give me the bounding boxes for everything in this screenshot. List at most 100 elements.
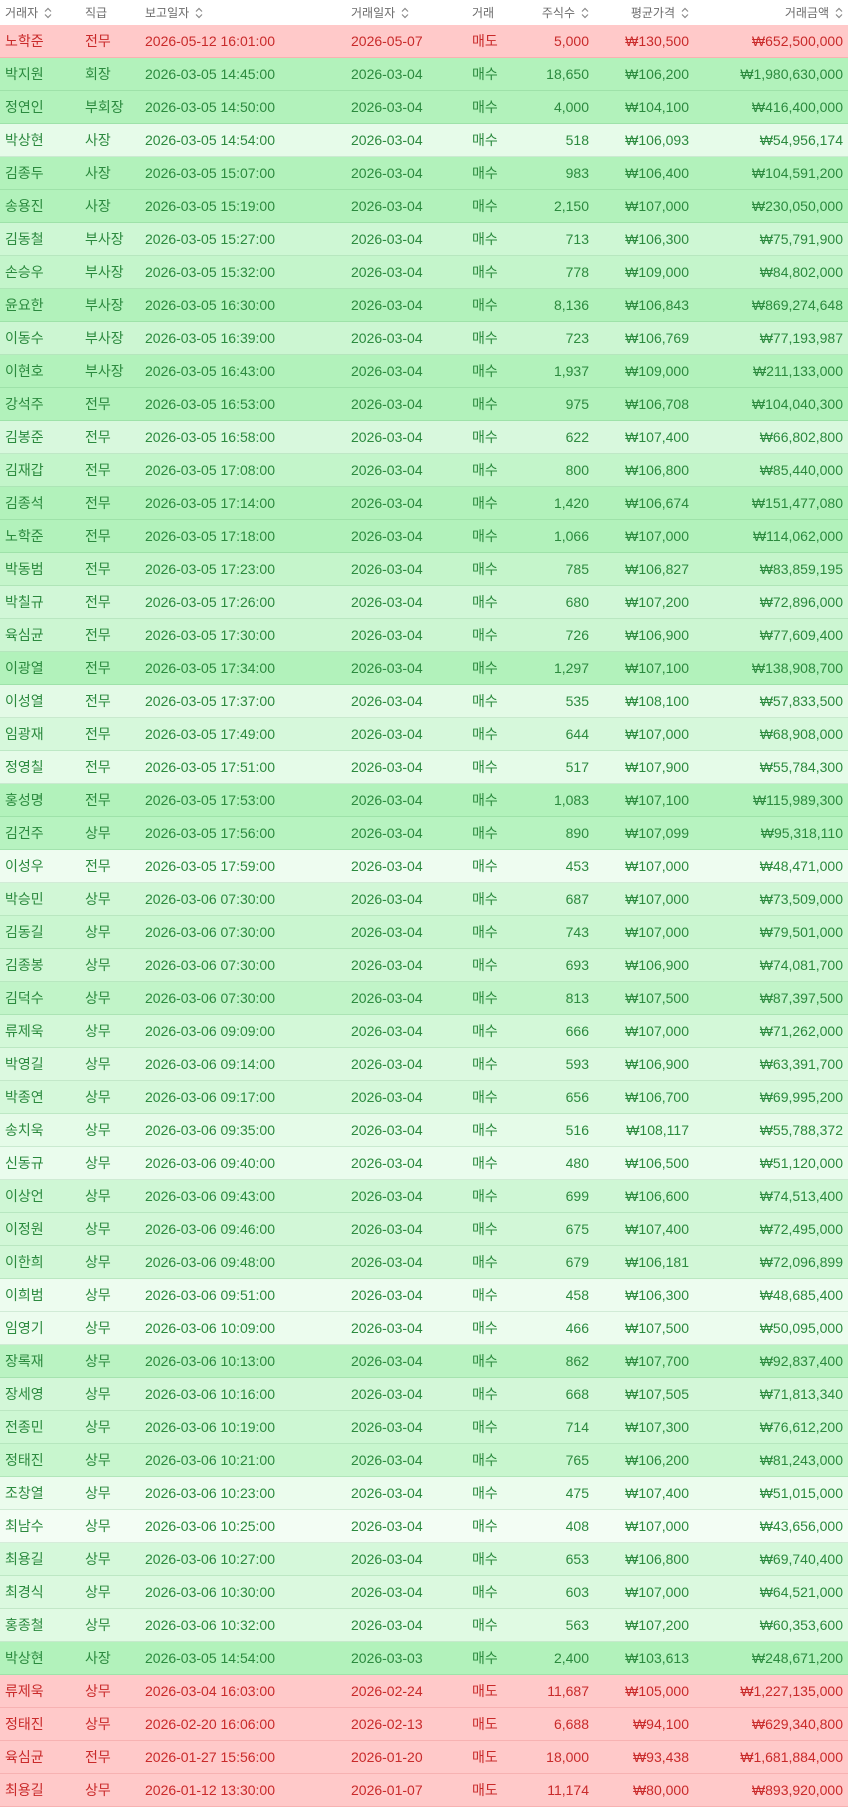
average-price: ₩107,000	[625, 1518, 689, 1534]
trade-date: 2026-03-04	[351, 1518, 423, 1534]
sort-icon[interactable]	[195, 7, 203, 19]
average-price: ₩105,000	[625, 1683, 689, 1699]
trader-name: 노학준	[5, 528, 44, 544]
table-row: 최용길 상무 2026-01-12 13:30:00 2026-01-07 매도 11,1…	[0, 1774, 848, 1807]
trade-date: 2026-02-24	[351, 1683, 423, 1699]
trade-amount: ₩151,477,080	[751, 495, 843, 511]
trade-type: 매수	[472, 759, 498, 775]
table-row: 김덕수 상무 2026-03-06 07:30:00 2026-03-04 매수 813 ₩…	[0, 982, 848, 1015]
table-row: 임영기 상무 2026-03-06 10:09:00 2026-03-04 매수 466 ₩…	[0, 1312, 848, 1345]
sort-icon[interactable]	[581, 7, 589, 19]
position: 상무	[85, 1683, 111, 1699]
trader-name: 홍종철	[5, 1617, 44, 1633]
report-date: 2026-03-05 17:18:00	[145, 528, 275, 544]
trade-date: 2026-03-04	[351, 660, 423, 676]
trade-date: 2026-03-04	[351, 1353, 423, 1369]
trade-date: 2026-01-20	[351, 1749, 423, 1765]
trader-name: 김재갑	[5, 462, 44, 478]
trade-type: 매수	[472, 462, 498, 478]
position: 사장	[85, 198, 111, 214]
report-date: 2026-03-05 17:23:00	[145, 561, 275, 577]
trade-type: 매수	[472, 330, 498, 346]
trade-type: 매수	[472, 264, 498, 280]
report-date: 2026-03-05 17:56:00	[145, 825, 275, 841]
trade-type: 매수	[472, 66, 498, 82]
trade-amount: ₩63,391,700	[759, 1056, 843, 1072]
report-date: 2026-03-06 10:16:00	[145, 1386, 275, 1402]
column-header-trader[interactable]: 거래자	[0, 0, 80, 25]
report-date: 2026-03-05 17:51:00	[145, 759, 275, 775]
share-count: 675	[565, 1221, 589, 1237]
table-row: 노학준 전무 2026-05-12 16:01:00 2026-05-07 매도 5,00…	[0, 25, 848, 58]
trade-type: 매수	[472, 924, 498, 940]
trade-type: 매도	[472, 1782, 498, 1798]
position: 전무	[85, 1749, 111, 1765]
trade-amount: ₩115,989,300	[752, 792, 843, 808]
average-price: ₩107,000	[625, 726, 689, 742]
trader-name: 송치욱	[5, 1122, 44, 1138]
trade-amount: ₩55,788,372	[759, 1122, 843, 1138]
column-label: 직급	[85, 6, 108, 20]
column-header-report-date[interactable]: 보고일자	[140, 0, 346, 25]
position: 상무	[85, 924, 111, 940]
report-date: 2026-03-04 16:03:00	[145, 1683, 275, 1699]
table-row: 이광열 전무 2026-03-05 17:34:00 2026-03-04 매수 1,29…	[0, 652, 848, 685]
column-label: 거래자	[5, 6, 39, 20]
column-label: 평균가격	[630, 6, 675, 20]
table-row: 박상현 사장 2026-03-05 14:54:00 2026-03-04 매수 518 ₩…	[0, 124, 848, 157]
report-date: 2026-03-06 10:32:00	[145, 1617, 275, 1633]
sort-icon[interactable]	[835, 7, 843, 19]
average-price: ₩106,200	[625, 1452, 689, 1468]
trader-name: 송용진	[5, 198, 44, 214]
position: 전무	[85, 528, 111, 544]
position: 상무	[85, 891, 111, 907]
table-row: 육심균 전무 2026-03-05 17:30:00 2026-03-04 매수 726 ₩…	[0, 619, 848, 652]
position: 사장	[85, 165, 111, 181]
position: 전무	[85, 759, 111, 775]
report-date: 2026-03-06 10:23:00	[145, 1485, 275, 1501]
column-header-position: 직급	[80, 0, 140, 25]
column-header-shares[interactable]: 주식수	[527, 0, 595, 25]
average-price: ₩108,100	[625, 693, 689, 709]
sort-icon[interactable]	[401, 7, 409, 19]
table-row: 박종연 상무 2026-03-06 09:17:00 2026-03-04 매수 656 ₩…	[0, 1081, 848, 1114]
column-header-trade-date[interactable]: 거래일자	[346, 0, 467, 25]
trader-name: 정영칠	[5, 759, 44, 775]
share-count: 2,400	[553, 1650, 589, 1666]
average-price: ₩104,100	[625, 99, 689, 115]
sort-icon[interactable]	[681, 7, 689, 19]
trader-name: 정태진	[5, 1452, 44, 1468]
share-count: 890	[565, 825, 589, 841]
trade-type: 매수	[472, 825, 498, 841]
position: 상무	[85, 1254, 111, 1270]
column-header-average-price[interactable]: 평균가격	[595, 0, 695, 25]
trade-type: 매수	[472, 891, 498, 907]
report-date: 2026-03-06 09:48:00	[145, 1254, 275, 1270]
trade-type: 매수	[472, 1485, 498, 1501]
trade-amount: ₩1,681,884,000	[740, 1749, 843, 1765]
average-price: ₩106,400	[625, 165, 689, 181]
trade-type: 매수	[472, 957, 498, 973]
trade-amount: ₩114,062,000	[752, 528, 843, 544]
table-row: 이희범 상무 2026-03-06 09:51:00 2026-03-04 매수 458 ₩…	[0, 1279, 848, 1312]
average-price: ₩106,769	[625, 330, 689, 346]
trade-type: 매수	[472, 726, 498, 742]
report-date: 2026-03-05 16:43:00	[145, 363, 275, 379]
column-header-amount[interactable]: 거래금액	[695, 0, 848, 25]
report-date: 2026-03-06 07:30:00	[145, 990, 275, 1006]
average-price: ₩93,438	[632, 1749, 689, 1765]
position: 상무	[85, 1023, 111, 1039]
trade-type: 매수	[472, 1386, 498, 1402]
average-price: ₩106,708	[625, 396, 689, 412]
trade-date: 2026-03-04	[351, 693, 423, 709]
average-price: ₩106,700	[625, 1089, 689, 1105]
table-row: 홍종철 상무 2026-03-06 10:32:00 2026-03-04 매수 563 ₩…	[0, 1609, 848, 1642]
trade-type: 매도	[472, 1749, 498, 1765]
table-row: 김종두 사장 2026-03-05 15:07:00 2026-03-04 매수 983 ₩…	[0, 157, 848, 190]
trader-name: 박승민	[5, 891, 44, 907]
table-body: 노학준 전무 2026-05-12 16:01:00 2026-05-07 매도 5,00…	[0, 25, 848, 1807]
sort-icon[interactable]	[44, 7, 52, 19]
position: 전무	[85, 792, 111, 808]
position: 부사장	[85, 330, 124, 346]
trader-name: 신동규	[5, 1155, 44, 1171]
